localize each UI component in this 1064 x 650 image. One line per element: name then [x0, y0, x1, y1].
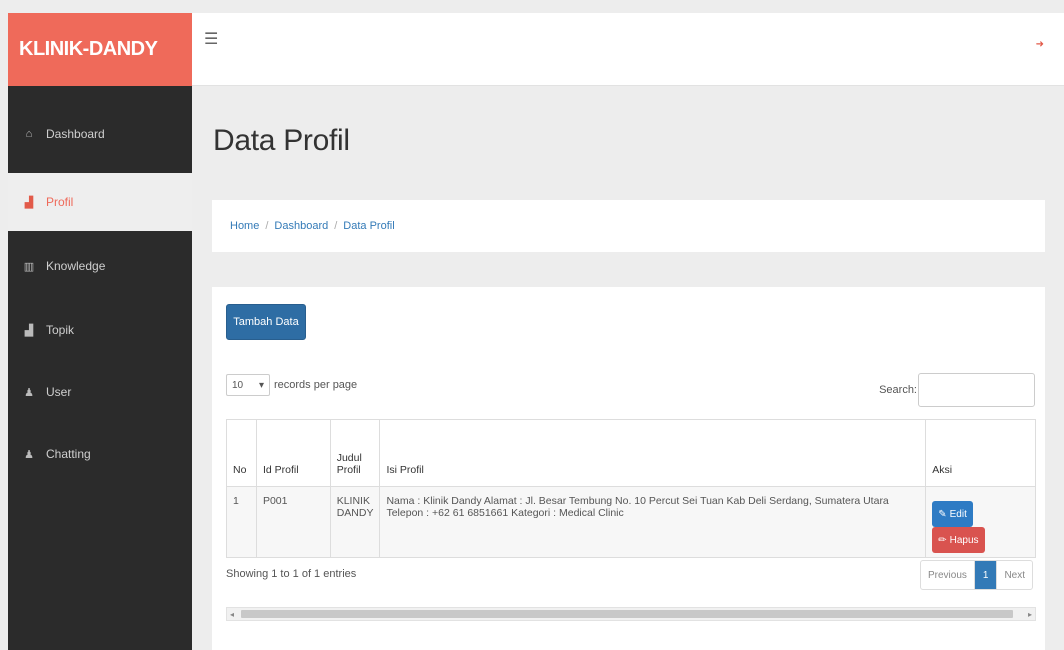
sidebar-item-label: Dashboard — [46, 127, 105, 141]
edit-button[interactable]: ✎ Edit — [932, 501, 973, 527]
pagination-previous[interactable]: Previous — [921, 561, 975, 589]
edit-icon: ✎ — [938, 508, 947, 520]
column-header-judul-profil[interactable]: Judul Profil — [329, 419, 381, 487]
horizontal-scrollbar[interactable]: ◂ ▸ — [226, 607, 1036, 621]
column-header-aksi[interactable]: Aksi — [925, 419, 1036, 487]
edit-button-label: Edit — [949, 508, 967, 520]
table-header-row: No Id Profil Judul Profil Isi Profil Aks… — [226, 419, 1036, 487]
search-label: Search: — [879, 384, 917, 396]
cell-isi-profil: Nama : Klinik Dandy Alamat : Jl. Besar T… — [379, 486, 927, 558]
logout-icon[interactable]: ➜ — [1036, 39, 1044, 50]
records-per-page: 10 ▾ records per page — [226, 374, 357, 396]
top-navbar: ☰ ➜ — [192, 13, 1064, 86]
home-icon: ⌂ — [25, 128, 33, 140]
bar-chart-icon: ▟ — [24, 324, 34, 337]
delete-button-label: Hapus — [949, 534, 979, 546]
hamburger-icon[interactable]: ☰ — [204, 29, 218, 49]
user-icon: ♟ — [24, 448, 34, 461]
search-input[interactable] — [918, 373, 1035, 407]
sidebar-item-knowledge[interactable]: ▥ Knowledge — [8, 237, 192, 295]
page-title: Data Profil — [213, 124, 350, 157]
column-header-id-profil[interactable]: Id Profil — [255, 419, 331, 487]
chevron-down-icon: ▾ — [258, 379, 264, 391]
scrollbar-thumb[interactable] — [241, 610, 1013, 618]
breadcrumb-dashboard[interactable]: Dashboard — [274, 220, 328, 232]
content-panel: Tambah Data 10 ▾ records per page Search… — [212, 287, 1045, 650]
records-per-page-label: records per page — [274, 379, 358, 391]
column-header-isi-profil[interactable]: Isi Profil — [379, 419, 927, 487]
sidebar-item-label: Profil — [46, 195, 74, 209]
brand-logo[interactable]: KLINIK-DANDY — [8, 13, 192, 86]
sidebar-item-topik[interactable]: ▟ Topik — [8, 301, 192, 359]
pagination-page-1[interactable]: 1 — [974, 561, 997, 589]
sidebar-item-chatting[interactable]: ♟ Chatting — [8, 425, 192, 483]
breadcrumb-current: Data Profil — [343, 220, 395, 232]
cell-id-profil: P001 — [255, 486, 331, 558]
records-per-page-select[interactable]: 10 ▾ — [226, 374, 270, 396]
pagination-next[interactable]: Next — [996, 561, 1032, 589]
records-per-page-value: 10 — [232, 379, 244, 391]
add-data-button[interactable]: Tambah Data — [226, 304, 306, 340]
breadcrumb: Home / Dashboard / Data Profil — [212, 200, 1045, 252]
sidebar-item-profil[interactable]: ▟ Profil — [8, 173, 192, 231]
table-row: 1 P001 KLINIK DANDY Nama : Klinik Dandy … — [226, 486, 1036, 558]
table-info: Showing 1 to 1 of 1 entries — [226, 568, 357, 580]
breadcrumb-separator: / — [265, 220, 269, 232]
pencil-icon: ✏ — [938, 534, 947, 546]
sidebar-item-label: User — [46, 385, 72, 399]
sidebar: KLINIK-DANDY ⌂ Dashboard ▟ Profil ▥ Know… — [8, 13, 192, 650]
cell-judul-profil: KLINIK DANDY — [329, 486, 381, 558]
delete-button[interactable]: ✏ Hapus — [932, 527, 985, 553]
bar-chart-icon: ▟ — [24, 196, 34, 209]
sidebar-item-user[interactable]: ♟ User — [8, 363, 192, 421]
breadcrumb-separator: / — [334, 220, 338, 232]
sidebar-item-label: Topik — [46, 323, 75, 337]
profile-table: No Id Profil Judul Profil Isi Profil Aks… — [226, 419, 1036, 558]
table-search: Search: — [879, 373, 1035, 407]
sidebar-item-label: Knowledge — [46, 259, 106, 273]
breadcrumb-home[interactable]: Home — [230, 220, 259, 232]
cell-no: 1 — [226, 486, 257, 558]
sidebar-item-dashboard[interactable]: ⌂ Dashboard — [8, 105, 192, 163]
scroll-right-icon[interactable]: ▸ — [1028, 608, 1032, 621]
cell-aksi: ✎ Edit ✏ Hapus — [925, 486, 1036, 558]
table-icon: ▥ — [23, 260, 35, 273]
scroll-left-icon[interactable]: ◂ — [230, 608, 234, 621]
sidebar-item-label: Chatting — [46, 447, 91, 461]
pagination: Previous 1 Next — [919, 560, 1033, 590]
user-icon: ♟ — [24, 386, 34, 399]
column-header-no[interactable]: No — [226, 419, 257, 487]
